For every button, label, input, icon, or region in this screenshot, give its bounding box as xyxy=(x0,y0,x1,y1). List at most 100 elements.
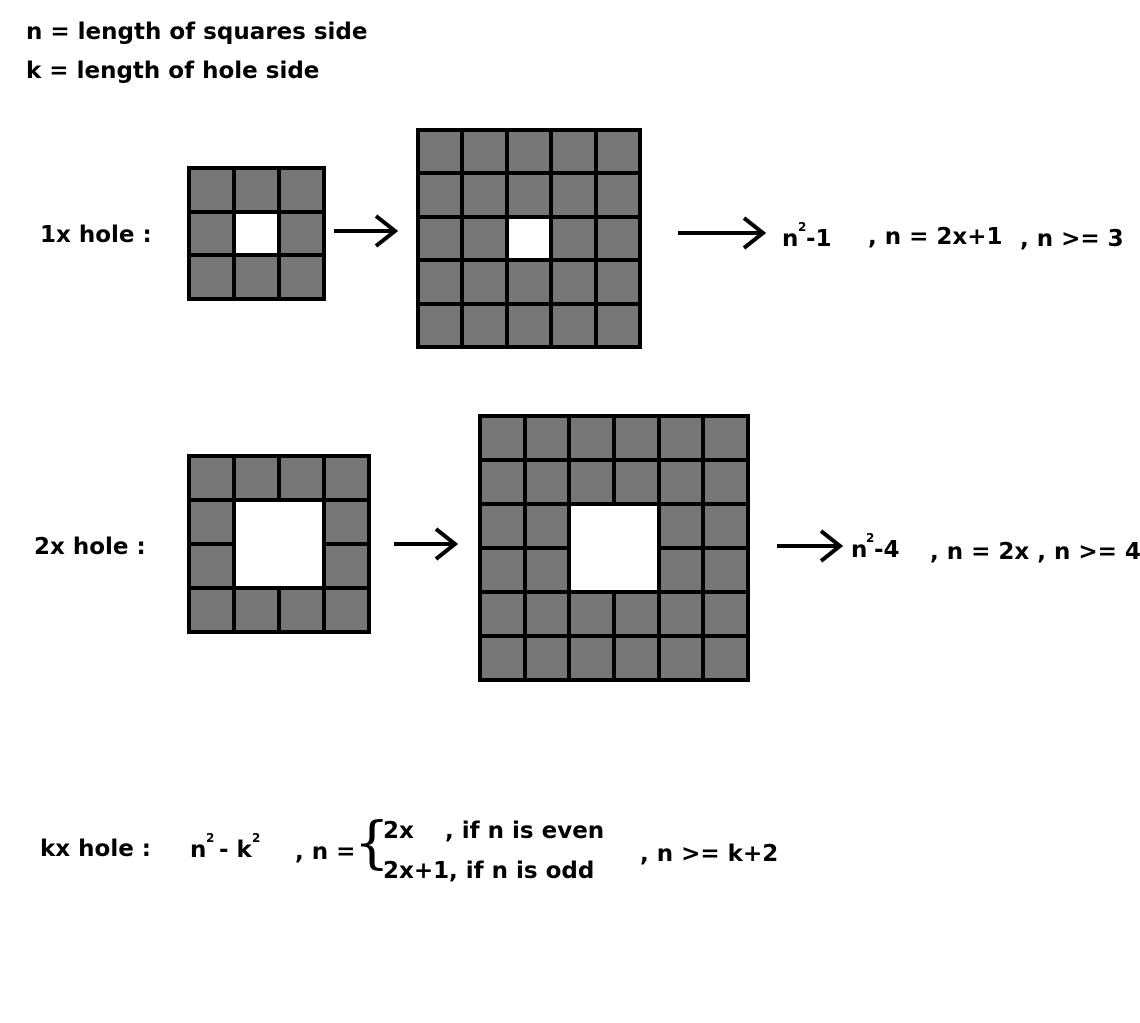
row2-conditions: , n = 2x , n >= 4 xyxy=(930,539,1140,565)
large-grid-1x-hole xyxy=(416,128,642,349)
row2-formula-rest: -4 xyxy=(874,537,900,563)
row1-label: 1x hole : xyxy=(40,222,152,248)
grid-cell xyxy=(191,546,232,586)
grid-cell xyxy=(464,305,505,345)
grid-cell xyxy=(482,550,523,590)
grid-cell xyxy=(420,305,461,345)
hole xyxy=(236,502,322,586)
grid-cell xyxy=(553,262,594,302)
k-definition: k = length of hole side xyxy=(26,58,320,84)
grid-cell xyxy=(660,550,702,590)
grid-cell xyxy=(482,418,523,458)
grid-cell xyxy=(597,262,638,302)
case-even-condition: , if n is even xyxy=(445,818,605,844)
grid-cell xyxy=(236,257,277,297)
grid-cell xyxy=(660,638,702,678)
grid-cell xyxy=(597,218,638,259)
grid-cell xyxy=(482,506,523,546)
grid-cell xyxy=(660,462,702,502)
grid-cell xyxy=(616,594,657,634)
grid-cell xyxy=(326,590,367,630)
grid-cell xyxy=(705,506,746,546)
row3-n-exponent: 2 xyxy=(206,831,215,845)
grid-cell xyxy=(326,458,367,498)
arrow-icon xyxy=(777,529,844,563)
grid-cell xyxy=(660,506,702,546)
grid-cell xyxy=(526,594,568,634)
grid-cell xyxy=(420,175,461,215)
row1-condition-min: , n >= 3 xyxy=(1020,226,1124,252)
grid-cell xyxy=(464,175,505,215)
grid-cell xyxy=(705,638,746,678)
grid-cell xyxy=(281,458,322,498)
arrow-icon xyxy=(678,216,767,250)
row1-condition-n: , n = 2x+1 xyxy=(868,224,1003,250)
grid-cell xyxy=(464,218,505,259)
grid-cell xyxy=(597,305,638,345)
grid-cell xyxy=(616,462,657,502)
n-definition: n = length of squares side xyxy=(26,19,368,45)
grid-cell xyxy=(597,175,638,215)
grid-cell xyxy=(191,213,232,254)
grid-cell xyxy=(191,458,232,498)
grid-cell xyxy=(660,594,702,634)
arrow-icon xyxy=(394,527,459,561)
grid-cell xyxy=(597,132,638,172)
grid-cell xyxy=(508,305,550,345)
hole xyxy=(508,218,550,259)
grid-cell xyxy=(482,638,523,678)
grid-cell xyxy=(705,418,746,458)
row3-minus-k: - k xyxy=(219,837,252,863)
grid-cell xyxy=(526,462,568,502)
grid-cell xyxy=(660,418,702,458)
grid-cell xyxy=(508,132,550,172)
grid-cell xyxy=(464,262,505,302)
small-grid-1x-hole xyxy=(187,166,326,301)
grid-cell xyxy=(571,462,612,502)
grid-cell xyxy=(526,550,568,590)
grid-cell xyxy=(553,175,594,215)
row1-formula-rest: -1 xyxy=(806,226,832,252)
grid-cell xyxy=(191,170,232,210)
grid-cell xyxy=(571,418,612,458)
hole xyxy=(571,506,657,590)
grid-cell xyxy=(508,262,550,302)
hole xyxy=(236,213,277,254)
arrow-icon xyxy=(334,214,399,248)
grid-cell xyxy=(326,546,367,586)
grid-cell xyxy=(464,132,505,172)
case-even-value: 2x xyxy=(383,818,414,844)
row3-n: n xyxy=(190,837,207,863)
grid-cell xyxy=(281,590,322,630)
grid-cell xyxy=(420,262,461,302)
row3-k-exponent: 2 xyxy=(252,831,261,845)
grid-cell xyxy=(420,132,461,172)
grid-cell xyxy=(236,458,277,498)
grid-cell xyxy=(553,305,594,345)
grid-cell xyxy=(705,594,746,634)
small-grid-2x-hole xyxy=(187,454,371,634)
grid-cell xyxy=(420,218,461,259)
grid-cell xyxy=(526,506,568,546)
grid-cell xyxy=(553,218,594,259)
row1-formula-base: n xyxy=(782,226,799,252)
grid-cell xyxy=(526,638,568,678)
case-odd-value: 2x+1 xyxy=(383,858,450,884)
large-grid-2x-hole xyxy=(478,414,750,682)
grid-cell xyxy=(281,213,322,254)
grid-cell xyxy=(191,590,232,630)
row2-formula-base: n xyxy=(851,537,868,563)
grid-cell xyxy=(281,170,322,210)
grid-cell xyxy=(508,175,550,215)
grid-cell xyxy=(705,462,746,502)
grid-cell xyxy=(281,257,322,297)
grid-cell xyxy=(191,502,232,542)
grid-cell xyxy=(616,418,657,458)
row3-n-equals: , n = xyxy=(295,839,356,865)
grid-cell xyxy=(571,638,612,678)
grid-cell xyxy=(191,257,232,297)
grid-cell xyxy=(571,594,612,634)
grid-cell xyxy=(482,594,523,634)
grid-cell xyxy=(553,132,594,172)
row3-condition: , n >= k+2 xyxy=(640,841,779,867)
